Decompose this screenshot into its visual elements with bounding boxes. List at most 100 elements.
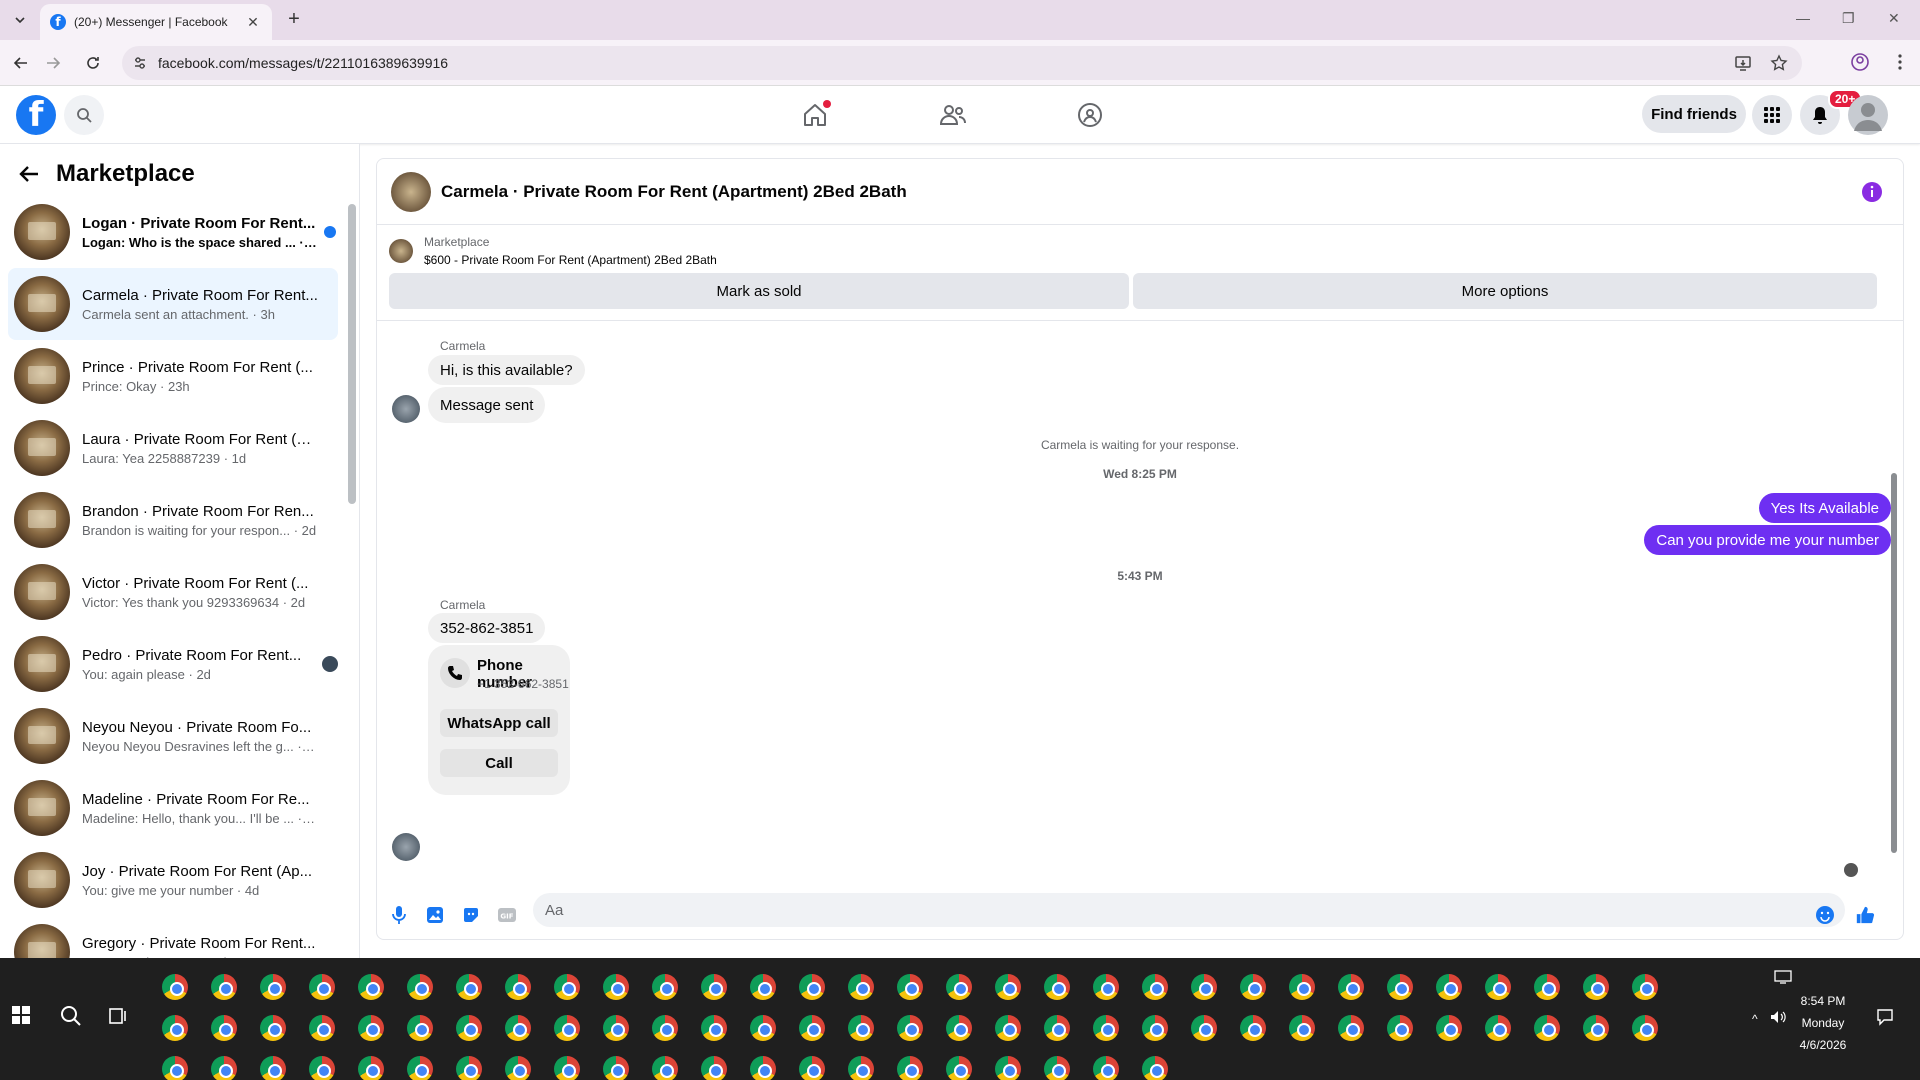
home-icon[interactable] — [797, 100, 833, 130]
taskbar-app-icon[interactable] — [456, 1056, 482, 1080]
taskbar-app-icon[interactable] — [358, 974, 384, 1000]
back-arrow-icon[interactable] — [10, 52, 32, 74]
taskbar-app-icon[interactable] — [1387, 974, 1413, 1000]
taskbar-app-icon[interactable] — [1387, 1015, 1413, 1041]
taskbar-app-icon[interactable] — [211, 974, 237, 1000]
thumbs-up-icon[interactable] — [1855, 905, 1875, 925]
bookmark-star-icon[interactable] — [1770, 54, 1788, 72]
conversation-item[interactable]: Brandon · Private Room For Ren... Brandon… — [8, 484, 338, 556]
action-center-icon[interactable] — [1876, 1008, 1894, 1026]
my-message-bubble[interactable]: Yes Its Available — [1758, 493, 1891, 523]
taskbar-app-icon[interactable] — [260, 974, 286, 1000]
taskbar-app-icon[interactable] — [848, 974, 874, 1000]
taskbar-app-icon[interactable] — [946, 974, 972, 1000]
taskbar-app-icon[interactable] — [260, 1015, 286, 1041]
emoji-icon[interactable] — [1815, 905, 1835, 925]
close-window-icon[interactable]: ✕ — [1888, 10, 1900, 27]
taskbar-app-icon[interactable] — [1142, 1056, 1168, 1080]
address-bar[interactable]: facebook.com/messages/t/2211016389639916 — [122, 46, 1802, 80]
browser-tab-messenger[interactable]: f (20+) Messenger | Facebook ✕ — [40, 4, 272, 40]
taskbar-app-icon[interactable] — [162, 1056, 188, 1080]
taskbar-app-icon[interactable] — [1534, 974, 1560, 1000]
taskbar-app-icon[interactable] — [603, 1056, 629, 1080]
message-bubble[interactable]: Hi, is this available? — [428, 355, 585, 385]
taskbar-app-icon[interactable] — [897, 974, 923, 1000]
groups-icon[interactable] — [1072, 100, 1108, 130]
taskbar-clock[interactable]: 8:54 PM Monday 4/6/2026 — [1788, 990, 1858, 1056]
microphone-icon[interactable] — [389, 905, 409, 925]
taskbar-app-icon[interactable] — [1044, 1015, 1070, 1041]
taskbar-app-icon[interactable] — [799, 974, 825, 1000]
conversation-item[interactable]: Joy · Private Room For Rent (Ap... You: g… — [8, 844, 338, 916]
conversation-item[interactable]: Neyou Neyou · Private Room Fo... Neyou Ne… — [8, 700, 338, 772]
taskbar-app-icon[interactable] — [652, 1015, 678, 1041]
reload-icon[interactable] — [82, 52, 104, 74]
taskbar-app-icon[interactable] — [162, 974, 188, 1000]
taskbar-app-icon[interactable] — [701, 1015, 727, 1041]
taskbar-app-icon[interactable] — [1044, 974, 1070, 1000]
taskbar-app-icon[interactable] — [505, 974, 531, 1000]
taskbar-app-icon[interactable] — [897, 1015, 923, 1041]
sticker-icon[interactable] — [461, 905, 481, 925]
taskbar-app-icon[interactable] — [995, 1056, 1021, 1080]
friends-icon[interactable] — [935, 100, 971, 130]
taskbar-app-icon[interactable] — [1632, 1015, 1658, 1041]
new-tab-button[interactable]: + — [282, 8, 306, 32]
browser-menu-icon[interactable] — [1890, 52, 1910, 72]
my-message-bubble[interactable]: Can you provide me your number — [1644, 525, 1891, 555]
show-hidden-icons-icon[interactable]: ^ — [1752, 1012, 1758, 1026]
facebook-logo-icon[interactable]: f — [16, 95, 56, 135]
task-view-icon[interactable] — [108, 1006, 128, 1026]
taskbar-app-icon[interactable] — [554, 1056, 580, 1080]
taskbar-app-icon[interactable] — [505, 1056, 531, 1080]
taskbar-app-icon[interactable] — [848, 1015, 874, 1041]
taskbar-app-icon[interactable] — [701, 974, 727, 1000]
taskbar-app-icon[interactable] — [652, 1056, 678, 1080]
taskbar-app-icon[interactable] — [799, 1056, 825, 1080]
taskbar-app-icon[interactable] — [1338, 974, 1364, 1000]
taskbar-app-icon[interactable] — [162, 1015, 188, 1041]
sender-avatar[interactable] — [392, 833, 420, 861]
sender-avatar[interactable] — [392, 395, 420, 423]
taskbar-app-icon[interactable] — [652, 974, 678, 1000]
call-button[interactable]: Call — [440, 749, 558, 777]
taskbar-app-icon[interactable] — [1093, 1015, 1119, 1041]
taskbar-app-icon[interactable] — [1485, 974, 1511, 1000]
taskbar-app-icon[interactable] — [1583, 1015, 1609, 1041]
taskbar-app-icon[interactable] — [995, 1015, 1021, 1041]
taskbar-app-icon[interactable] — [1534, 1015, 1560, 1041]
windows-start-icon[interactable] — [12, 1006, 30, 1024]
find-friends-button[interactable]: Find friends — [1642, 95, 1746, 133]
conversation-item[interactable]: Prince · Private Room For Rent (... Princ… — [8, 340, 338, 412]
taskbar-app-icon[interactable] — [554, 974, 580, 1000]
taskbar-app-icon[interactable] — [1142, 974, 1168, 1000]
minimize-icon[interactable]: — — [1796, 10, 1810, 26]
conversation-item[interactable]: Laura · Private Room For Rent (A... Laura… — [8, 412, 338, 484]
sidebar-scrollbar[interactable] — [348, 204, 356, 504]
chat-scrollbar[interactable] — [1891, 473, 1897, 853]
whatsapp-call-button[interactable]: WhatsApp call — [440, 709, 558, 737]
taskbar-app-icon[interactable] — [603, 1015, 629, 1041]
conversation-item[interactable]: Logan · Private Room For Rent... Logan: W… — [8, 196, 338, 268]
taskbar-app-icon[interactable] — [309, 974, 335, 1000]
taskbar-app-icon[interactable] — [1289, 1015, 1315, 1041]
taskbar-app-icon[interactable] — [554, 1015, 580, 1041]
tab-search-chevron-icon[interactable] — [8, 8, 32, 32]
conversation-item[interactable]: Gregory · Private Room For Rent...Gregor… — [8, 916, 338, 958]
taskbar-app-icon[interactable] — [1240, 1015, 1266, 1041]
taskbar-app-icon[interactable] — [946, 1056, 972, 1080]
taskbar-app-icon[interactable] — [1583, 974, 1609, 1000]
forward-arrow-icon[interactable] — [42, 52, 64, 74]
taskbar-app-icon[interactable] — [456, 974, 482, 1000]
conversation-item[interactable]: Pedro · Private Room For Rent... You: aga… — [8, 628, 338, 700]
taskbar-app-icon[interactable] — [1436, 1015, 1462, 1041]
profile-icon[interactable] — [1850, 52, 1870, 72]
mark-as-sold-button[interactable]: Mark as sold — [389, 273, 1129, 309]
taskbar-app-icon[interactable] — [1142, 1015, 1168, 1041]
taskbar-app-icon[interactable] — [407, 1015, 433, 1041]
taskbar-app-icon[interactable] — [750, 1056, 776, 1080]
taskbar-app-icon[interactable] — [1632, 974, 1658, 1000]
taskbar-app-icon[interactable] — [358, 1056, 384, 1080]
taskbar-app-icon[interactable] — [1044, 1056, 1070, 1080]
conversation-item[interactable]: Madeline · Private Room For Re... Madelin… — [8, 772, 338, 844]
